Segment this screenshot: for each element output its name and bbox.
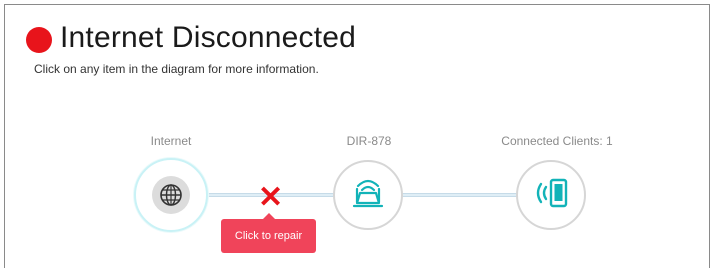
router-icon (348, 175, 388, 216)
page-subtitle: Click on any item in the diagram for mor… (34, 62, 319, 76)
disconnected-x-icon[interactable]: ✕ (258, 183, 283, 213)
clients-node[interactable] (516, 160, 586, 230)
router-node[interactable] (333, 160, 403, 230)
click-to-repair-button[interactable]: Click to repair (221, 213, 316, 253)
repair-button-label: Click to repair (234, 230, 303, 242)
clients-label: Connected Clients: 1 (501, 134, 613, 148)
status-indicator (26, 27, 52, 53)
router-label: DIR-878 (346, 134, 392, 148)
internet-node[interactable] (134, 158, 208, 232)
page-title: Internet Disconnected (60, 21, 357, 54)
wireless-device-icon (531, 177, 571, 214)
button-pointer (263, 213, 275, 219)
router-clients-link (401, 193, 518, 197)
globe-icon (152, 176, 190, 214)
internet-label: Internet (150, 134, 192, 148)
